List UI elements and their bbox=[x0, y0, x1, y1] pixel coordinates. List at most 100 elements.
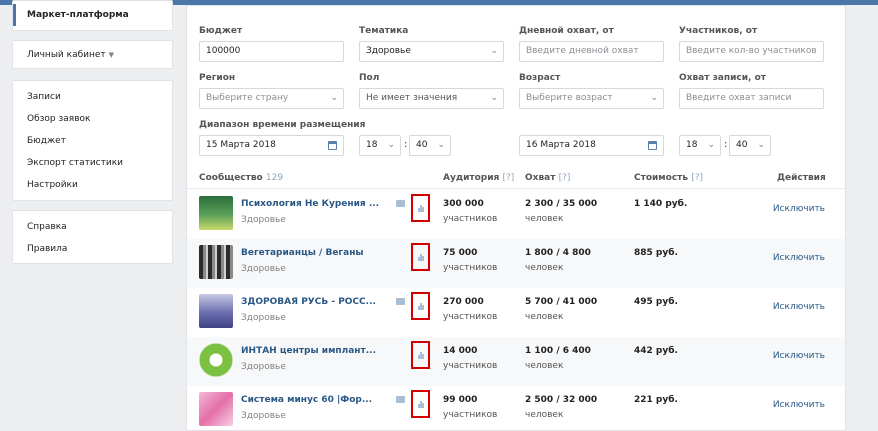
table-row: Психология Не Курения ... Здоровье 300 0… bbox=[187, 190, 845, 239]
sidebar-item-rules[interactable]: Правила bbox=[13, 238, 172, 260]
gender-select[interactable]: Не имеет значения ⌄ bbox=[359, 88, 504, 109]
chevron-down-icon: ⌄ bbox=[650, 93, 658, 103]
age-label: Возраст bbox=[519, 73, 561, 83]
exclude-link[interactable]: Исключить bbox=[773, 253, 825, 263]
community-name-link[interactable]: ИНТАН центры имплант... bbox=[241, 346, 376, 356]
audience-value: 75 000 bbox=[443, 248, 478, 258]
topic-select[interactable]: Здоровье ⌄ bbox=[359, 41, 504, 62]
daily-reach-input[interactable]: Введите дневной охват bbox=[519, 41, 664, 62]
community-name-link[interactable]: Вегетарианцы / Веганы bbox=[241, 248, 364, 258]
region-select[interactable]: Выберите страну ⌄ bbox=[199, 88, 344, 109]
table-header: Сообщество 129 Аудитория [?] Охват [?] С… bbox=[187, 167, 845, 189]
col-audience[interactable]: Аудитория [?] bbox=[443, 173, 514, 183]
minute-to-select[interactable]: 40 ⌄ bbox=[729, 135, 771, 156]
table-row: ЗДОРОВАЯ РУСЬ - РОСС... Здоровье 270 000… bbox=[187, 288, 845, 337]
community-avatar[interactable] bbox=[199, 343, 233, 377]
sidebar-item-posts[interactable]: Записи bbox=[13, 86, 172, 108]
chevron-down-icon: ⌄ bbox=[757, 140, 765, 150]
community-name-link[interactable]: Система минус 60 |Фор... bbox=[241, 395, 372, 405]
col-community-label: Сообщество bbox=[199, 173, 263, 183]
sidebar-item-settings[interactable]: Настройки bbox=[13, 174, 172, 196]
col-cost[interactable]: Стоимость [?] bbox=[634, 173, 703, 183]
daily-reach-label: Дневной охват, от bbox=[519, 26, 614, 36]
minute-from-select[interactable]: 40 ⌄ bbox=[409, 135, 451, 156]
sidebar-item-market[interactable]: Маркет-платформа bbox=[13, 4, 172, 26]
date-from-value: 15 Марта 2018 bbox=[206, 140, 276, 150]
stats-button[interactable] bbox=[411, 390, 430, 418]
community-topic: Здоровье bbox=[241, 313, 286, 323]
region-select-value: Выберите страну bbox=[206, 93, 289, 103]
budget-input[interactable]: 100000 bbox=[199, 41, 344, 62]
topic-select-value: Здоровье bbox=[366, 46, 411, 56]
community-count: 129 bbox=[265, 173, 284, 183]
date-to-value: 16 Марта 2018 bbox=[526, 140, 596, 150]
community-topic: Здоровье bbox=[241, 411, 286, 421]
col-reach[interactable]: Охват [?] bbox=[525, 173, 570, 183]
date-to-input[interactable]: 16 Марта 2018 bbox=[519, 135, 664, 156]
message-icon[interactable] bbox=[396, 200, 405, 207]
community-topic: Здоровье bbox=[241, 215, 286, 225]
audience-unit: участников bbox=[443, 410, 498, 420]
sidebar-item-budget[interactable]: Бюджет bbox=[13, 130, 172, 152]
stats-button[interactable] bbox=[411, 341, 430, 369]
post-reach-input[interactable]: Введите охват записи bbox=[679, 88, 824, 109]
calendar-icon bbox=[328, 141, 337, 150]
reach-help-link[interactable]: [?] bbox=[559, 173, 571, 183]
col-reach-label: Охват bbox=[525, 173, 556, 183]
message-icon[interactable] bbox=[396, 298, 405, 305]
community-name-link[interactable]: Психология Не Курения ... bbox=[241, 199, 379, 209]
reach-unit: человек bbox=[525, 410, 564, 420]
audience-unit: участников bbox=[443, 361, 498, 371]
exclude-link[interactable]: Исключить bbox=[773, 351, 825, 361]
cost-help-link[interactable]: [?] bbox=[691, 173, 703, 183]
community-avatar[interactable] bbox=[199, 196, 233, 230]
sidebar-item-requests[interactable]: Обзор заявок bbox=[13, 108, 172, 130]
community-avatar[interactable] bbox=[199, 245, 233, 279]
audience-value: 300 000 bbox=[443, 199, 484, 209]
time-separator: : bbox=[404, 139, 408, 150]
date-from-input[interactable]: 15 Марта 2018 bbox=[199, 135, 344, 156]
minute-from-value: 40 bbox=[416, 140, 428, 150]
audience-unit: участников bbox=[443, 214, 498, 224]
community-topic: Здоровье bbox=[241, 264, 286, 274]
members-label: Участников, от bbox=[679, 26, 758, 36]
stats-button[interactable] bbox=[411, 243, 430, 271]
hour-from-select[interactable]: 18 ⌄ bbox=[359, 135, 401, 156]
bar-chart-icon bbox=[418, 254, 424, 261]
members-input[interactable]: Введите кол-во участников bbox=[679, 41, 824, 62]
gender-select-value: Не имеет значения bbox=[366, 93, 458, 103]
age-select[interactable]: Выберите возраст ⌄ bbox=[519, 88, 664, 109]
sidebar-menu-block: Записи Обзор заявок Бюджет Экспорт стати… bbox=[12, 80, 173, 201]
reach-value: 1 800 / 4 800 bbox=[525, 248, 591, 258]
cost-value: 221 руб. bbox=[634, 395, 678, 405]
exclude-link[interactable]: Исключить bbox=[773, 302, 825, 312]
reach-value: 2 500 / 32 000 bbox=[525, 395, 598, 405]
hour-to-select[interactable]: 18 ⌄ bbox=[679, 135, 721, 156]
sidebar-cabinet-block: Личный кабинет ▼ bbox=[12, 40, 173, 69]
community-name-link[interactable]: ЗДОРОВАЯ РУСЬ - РОСС... bbox=[241, 297, 376, 307]
sidebar-item-cabinet[interactable]: Личный кабинет ▼ bbox=[13, 44, 172, 66]
col-cost-label: Стоимость bbox=[634, 173, 689, 183]
message-icon[interactable] bbox=[396, 396, 405, 403]
community-avatar[interactable] bbox=[199, 294, 233, 328]
audience-value: 270 000 bbox=[443, 297, 484, 307]
community-topic: Здоровье bbox=[241, 362, 286, 372]
sidebar-item-help[interactable]: Справка bbox=[13, 216, 172, 238]
audience-value: 14 000 bbox=[443, 346, 478, 356]
sidebar-item-export[interactable]: Экспорт статистики bbox=[13, 152, 172, 174]
exclude-link[interactable]: Исключить bbox=[773, 400, 825, 410]
cost-value: 442 руб. bbox=[634, 346, 678, 356]
reach-unit: человек bbox=[525, 263, 564, 273]
chevron-down-icon: ⌄ bbox=[437, 140, 445, 150]
audience-help-link[interactable]: [?] bbox=[502, 173, 514, 183]
table-row: Вегетарианцы / Веганы Здоровье 75 000 уч… bbox=[187, 239, 845, 288]
exclude-link[interactable]: Исключить bbox=[773, 204, 825, 214]
bar-chart-icon bbox=[418, 352, 424, 359]
stats-button[interactable] bbox=[411, 292, 430, 320]
stats-button[interactable] bbox=[411, 194, 430, 222]
sidebar-item-label: Маркет-платформа bbox=[27, 10, 129, 20]
audience-unit: участников bbox=[443, 263, 498, 273]
sidebar-market-block: Маркет-платформа bbox=[12, 0, 173, 31]
col-community[interactable]: Сообщество 129 bbox=[199, 173, 283, 183]
community-avatar[interactable] bbox=[199, 392, 233, 426]
